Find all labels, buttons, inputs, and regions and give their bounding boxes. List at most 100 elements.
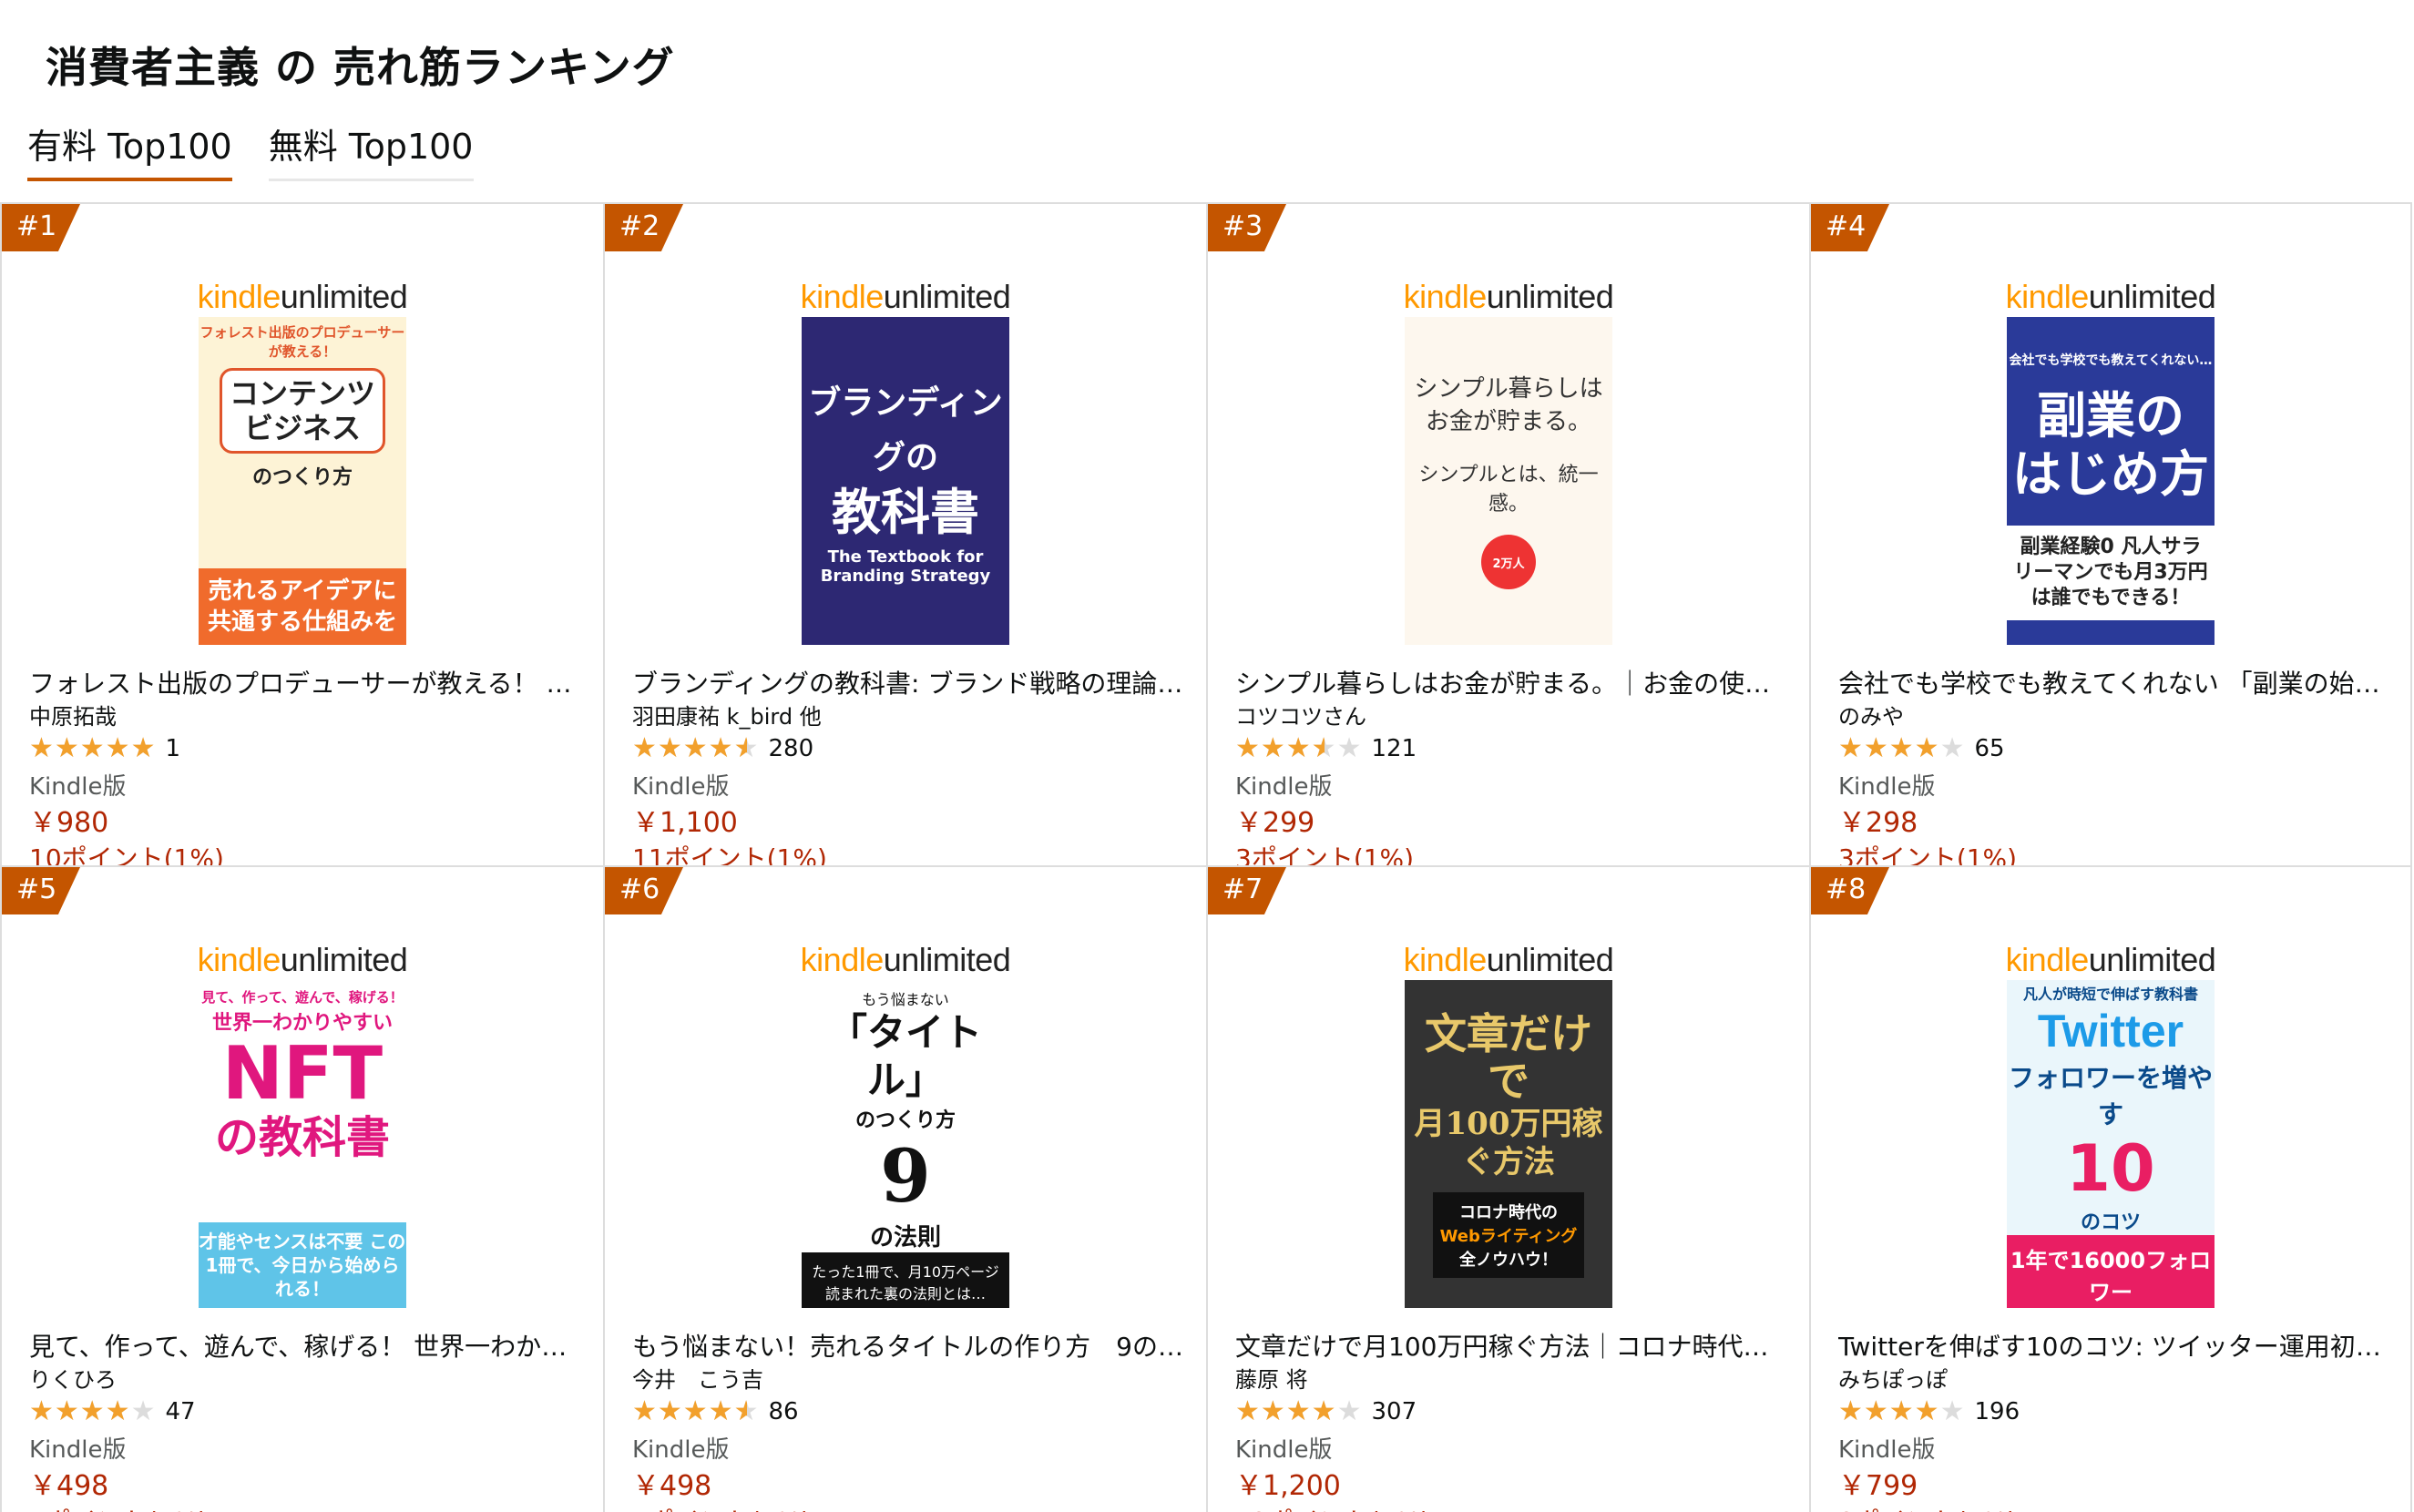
book-cover[interactable]: もう悩まない 「タイトル」 のつくり方 9 の法則 たった1冊で、月10万ページ… (802, 980, 1009, 1308)
book-price: ￥498 (29, 1470, 109, 1502)
rating-row[interactable]: ★★★★★★★★★★ 86 (632, 1395, 1188, 1428)
star-rating-icon: ★★★★★★★★★★ (1838, 732, 1966, 764)
book-card[interactable]: #8 kindleunlimited 凡人が時短で伸ばす教科書 Twitter … (1809, 865, 2412, 1512)
book-points: 5ポイント(1%) (632, 1505, 1188, 1512)
book-points: 3ポイント(1%) (1235, 843, 1415, 865)
rank-badge: #1 (2, 204, 80, 251)
book-cover[interactable]: 会社でも学校でも教えてくれない… 副業の はじめ方 副業経験0 凡人サラリーマン… (2007, 317, 2215, 645)
rating-row[interactable]: ★★★★★ ★★★★★ 1 (29, 732, 585, 765)
book-title-link[interactable]: Twitterを伸ばす10のコツ: ツイッター運用初心者向け (1838, 1330, 2394, 1364)
book-author[interactable]: のみや (1838, 701, 2394, 732)
kindle-unlimited-logo: kindleunlimited (197, 941, 408, 978)
tab-paid-top100[interactable]: 有料 Top100 (27, 118, 232, 181)
rank-badge: #8 (1811, 867, 1889, 914)
kindle-unlimited-logo: kindleunlimited (800, 278, 1011, 315)
review-count[interactable]: 307 (1371, 1398, 1417, 1425)
rank-badge: #4 (1811, 204, 1889, 251)
book-title-link[interactable]: 見て、作って、遊んで、稼げる！ 世界一わかりやすいNFTの教科書 (29, 1330, 585, 1364)
book-cover[interactable]: シンプル暮らしは お金が貯まる。 シンプルとは、統一感。 2万人 (1405, 317, 1612, 645)
review-count[interactable]: 65 (1974, 735, 2004, 762)
star-rating-icon: ★★★★★★★★★★ (632, 732, 760, 764)
book-points: 8ポイント(1%) (1838, 1505, 2394, 1512)
book-card[interactable]: #5 kindleunlimited 見て、作って、遊んで、稼げる！ 世界一わか… (0, 865, 603, 1512)
review-count[interactable]: 121 (1371, 735, 1417, 762)
kindle-unlimited-logo: kindleunlimited (2005, 941, 2216, 978)
page-title: 消費者主義 の 売れ筋ランキング (46, 43, 675, 92)
kindle-unlimited-logo: kindleunlimited (1403, 278, 1614, 315)
ranking-tabs: 有料 Top100 無料 Top100 (27, 118, 474, 181)
review-count[interactable]: 1 (165, 735, 180, 762)
book-title-link[interactable]: ブランディングの教科書: ブランド戦略の理論と実践がこれ1冊でわかる!! (632, 667, 1188, 701)
book-price: ￥1,200 (1235, 1470, 1341, 1502)
book-author[interactable]: りくひろ (29, 1364, 585, 1395)
book-card[interactable]: #4 kindleunlimited 会社でも学校でも教えてくれない… 副業の … (1809, 202, 2412, 865)
book-format: Kindle版 (29, 1436, 127, 1464)
star-rating-icon: ★★★★★★★★★★ (29, 732, 157, 764)
book-author[interactable]: 羽田康祐 k_bird 他 (632, 701, 1188, 732)
book-format: Kindle版 (1838, 773, 1936, 801)
star-rating-icon: ★★★★★★★★★★ (29, 1395, 157, 1427)
rank-badge: #3 (1208, 204, 1286, 251)
rank-badge: #2 (605, 204, 683, 251)
book-card[interactable]: #7 kindleunlimited 文章だけで 月100万円稼ぐ方法 コロナ時… (1206, 865, 1809, 1512)
book-author[interactable]: 中原拓哉 (29, 701, 585, 732)
book-cover[interactable]: 文章だけで 月100万円稼ぐ方法 コロナ時代の Webライティング 全ノウハウ！ (1405, 980, 1612, 1308)
rating-row[interactable]: ★★★★★★★★★★ 47 (29, 1395, 585, 1428)
book-cover[interactable]: ブランディングの 教科書 The Textbook for Branding S… (802, 317, 1009, 645)
kindle-unlimited-logo: kindleunlimited (2005, 278, 2216, 315)
book-author[interactable]: みちぽっぽ (1838, 1364, 2394, 1395)
rating-row[interactable]: ★★★★★★★★★★ 121 (1235, 732, 1791, 765)
book-format: Kindle版 (29, 773, 127, 801)
book-price: ￥298 (1838, 807, 1918, 839)
rating-row[interactable]: ★★★★★★★★★★ 196 (1838, 1395, 2394, 1428)
rank-badge: #5 (2, 867, 80, 914)
book-format: Kindle版 (1235, 773, 1333, 801)
book-author[interactable]: コツコツさん (1235, 701, 1791, 732)
book-price: ￥498 (632, 1470, 712, 1502)
book-card[interactable]: #2 kindleunlimited ブランディングの 教科書 The Text… (603, 202, 1206, 865)
book-author[interactable]: 今井 こう吉 (632, 1364, 1188, 1395)
star-rating-icon: ★★★★★★★★★★ (1838, 1395, 1966, 1427)
star-rating-icon: ★★★★★★★★★★ (1235, 1395, 1363, 1427)
book-title-link[interactable]: フォレスト出版のプロデューサーが教える！ あなただけのコンテンツビジネスのつくり… (29, 667, 585, 701)
book-cover[interactable]: 見て、作って、遊んで、稼げる！ 世界一わかりやすい NFT の教科書 才能やセン… (199, 980, 406, 1308)
review-count[interactable]: 280 (768, 735, 813, 762)
book-format: Kindle版 (632, 1436, 730, 1464)
rating-row[interactable]: ★★★★★★★★★★ 307 (1235, 1395, 1791, 1428)
book-price: ￥1,100 (632, 807, 738, 839)
book-author[interactable]: 藤原 将 (1235, 1364, 1791, 1395)
book-card[interactable]: #6 kindleunlimited もう悩まない 「タイトル」 のつくり方 9… (603, 865, 1206, 1512)
book-title-link[interactable]: もう悩まない！売れるタイトルの作り方 9の法則 (632, 1330, 1188, 1364)
ranking-grid: #1 kindleunlimited フォレスト出版のプロデューサーが教える！ … (0, 202, 2414, 1512)
book-price: ￥980 (29, 807, 109, 839)
book-price: ￥299 (1235, 807, 1315, 839)
book-cover[interactable]: 凡人が時短で伸ばす教科書 Twitter フォロワーを増やす 10 のコツ 1年… (2007, 980, 2215, 1308)
book-cover[interactable]: フォレスト出版のプロデューサーが教える！ コンテンツ ビジネス のつくり方 売れる… (199, 317, 406, 645)
rating-row[interactable]: ★★★★★★★★★★ 280 (632, 732, 1188, 765)
book-format: Kindle版 (1838, 1436, 1936, 1464)
rank-badge: #7 (1208, 867, 1286, 914)
book-title-link[interactable]: シンプル暮らしはお金が貯まる。｜お金の使い方 (1235, 667, 1791, 701)
review-count[interactable]: 86 (768, 1398, 798, 1425)
book-format: Kindle版 (1235, 1436, 1333, 1464)
book-points: 5ポイント(1%) (29, 1505, 585, 1512)
star-rating-icon: ★★★★★★★★★★ (1235, 732, 1363, 764)
kindle-unlimited-logo: kindleunlimited (1403, 941, 1614, 978)
kindle-unlimited-logo: kindleunlimited (197, 278, 408, 315)
star-rating-icon: ★★★★★★★★★★ (632, 1395, 760, 1427)
rating-row[interactable]: ★★★★★★★★★★ 65 (1838, 732, 2394, 765)
book-format: Kindle版 (632, 773, 730, 801)
book-points: 12ポイント(1%) (1235, 1505, 1791, 1512)
book-card[interactable]: #1 kindleunlimited フォレスト出版のプロデューサーが教える！ … (0, 202, 603, 865)
review-count[interactable]: 47 (165, 1398, 195, 1425)
book-card[interactable]: #3 kindleunlimited シンプル暮らしは お金が貯まる。 シンプル… (1206, 202, 1809, 865)
book-title-link[interactable]: 文章だけで月100万円稼ぐ方法｜コロナ時代のWebライティング全ノウハウ (1235, 1330, 1791, 1364)
book-points: 3ポイント(1%) (1838, 843, 2018, 865)
review-count[interactable]: 196 (1974, 1398, 2020, 1425)
book-title-link[interactable]: 会社でも学校でも教えてくれない 「副業の始め方」 (1838, 667, 2394, 701)
book-points: 10ポイント(1%) (29, 843, 224, 865)
tab-free-top100[interactable]: 無料 Top100 (268, 118, 474, 181)
kindle-unlimited-logo: kindleunlimited (800, 941, 1011, 978)
rank-badge: #6 (605, 867, 683, 914)
book-points: 11ポイント(1%) (632, 843, 827, 865)
